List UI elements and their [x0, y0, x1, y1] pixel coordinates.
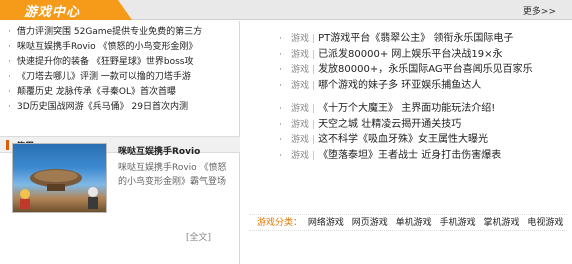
list-item-title[interactable]: 已派发80000+ 网上娱乐平台决战19×永 [318, 49, 502, 60]
category-tag[interactable]: 游戏 [291, 104, 309, 114]
bullet-icon: · [279, 34, 282, 44]
bullet-icon: · [279, 104, 282, 114]
bullet-icon: · [279, 80, 282, 91]
divider: | [312, 104, 316, 114]
list-item-title[interactable]: 发放80000+，永乐国际AG平台喜闻乐见百家乐 [318, 64, 533, 75]
category-tag[interactable]: 游戏 [291, 135, 309, 145]
news-item[interactable]: · 咪哒互娱携手Rovio 《愤怒的小鸟变形金刚》 [8, 40, 238, 55]
title-tab: 游戏中心 [0, 0, 132, 20]
category-bar: 游戏分类： 网络游戏 网页游戏 单机游戏 手机游戏 掌机游戏 电视游戏 [249, 214, 567, 231]
bullet-icon: · [279, 65, 282, 75]
list-item[interactable]: · 游戏 | 《堕落泰坦》王者战士 近身打击伤害爆表 [279, 148, 569, 164]
list-item-title[interactable]: 哪个游戏的妹子多 环亚娱乐捕鱼达人 [318, 80, 481, 91]
section-marker-icon [6, 140, 9, 150]
list-item-title[interactable]: 天空之城 壮精凌云揭开通关技巧 [318, 119, 461, 130]
bullet-icon: · [8, 27, 11, 37]
list-item[interactable]: · 游戏 | 已派发80000+ 网上娱乐平台决战19×永 [279, 47, 569, 63]
feature-description: 咪哒互娱携手Rovio 《愤怒的小鸟变形金刚》霸气登场 [118, 163, 227, 187]
bullet-icon: · [279, 119, 282, 130]
list-item-title[interactable]: PT游戏平台《翡翠公主》 领衔永乐国际电子 [318, 33, 513, 44]
list-item[interactable]: · 游戏 | 哪个游戏的妹子多 环亚娱乐捕鱼达人 [279, 78, 569, 94]
news-item[interactable]: · 颠覆历史 龙脉传承《寻秦OL》首次首曝 [8, 85, 238, 100]
list-item-title[interactable]: 这不科学《吸血牙殊》女王属性大曝光 [318, 134, 488, 145]
category-link-handheld[interactable]: 掌机游戏 [483, 218, 519, 228]
more-link[interactable]: 更多>> [523, 4, 556, 17]
list-item[interactable]: · 游戏 | 发放80000+，永乐国际AG平台喜闻乐见百家乐 [279, 62, 569, 78]
bullet-icon: · [8, 72, 11, 82]
divider: | [312, 135, 316, 145]
category-link-tv[interactable]: 电视游戏 [527, 218, 563, 228]
divider: | [312, 80, 316, 91]
divider: | [312, 150, 316, 161]
divider: | [312, 119, 316, 130]
category-link-mobile[interactable]: 手机游戏 [440, 218, 476, 228]
category-tag[interactable]: 游戏 [291, 151, 309, 161]
list-item[interactable]: · 游戏 | 《十万个大魔王》 主界面功能玩法介绍! [279, 101, 569, 117]
bullet-icon: · [8, 57, 11, 67]
feature-thumbnail[interactable] [12, 143, 107, 213]
airship-icon [30, 169, 82, 191]
page-title: 游戏中心 [24, 5, 81, 20]
list-item-title[interactable]: 《十万个大魔王》 主界面功能玩法介绍! [318, 103, 495, 114]
list-gap [279, 93, 569, 101]
list-item[interactable]: · 游戏 | 这不科学《吸血牙殊》女王属性大曝光 [279, 132, 569, 148]
bullet-icon: · [279, 135, 282, 145]
read-more-link[interactable]: [全文] [186, 230, 211, 243]
category-link-web[interactable]: 网页游戏 [352, 218, 388, 228]
bullet-icon: · [8, 87, 11, 97]
news-item[interactable]: · 快速提升你的装备 《狂野星球》世界boss攻 [8, 55, 238, 70]
character-icon [88, 187, 98, 209]
game-news-list: · 游戏 | PT游戏平台《翡翠公主》 领衔永乐国际电子 · 游戏 | 已派发80000+ … [279, 31, 569, 163]
divider: | [312, 49, 316, 60]
category-tag[interactable]: 游戏 [291, 50, 309, 60]
news-list: · 借力评测突围 52Game提供专业免费的第三方 · 咪哒互娱携手Rovio 《愤… [8, 25, 238, 115]
category-tag[interactable]: 游戏 [291, 34, 309, 44]
list-item[interactable]: · 游戏 | PT游戏平台《翡翠公主》 领衔永乐国际电子 [279, 31, 569, 47]
category-link-single[interactable]: 单机游戏 [396, 218, 432, 228]
list-item[interactable]: · 游戏 | 天空之城 壮精凌云揭开通关技巧 [279, 117, 569, 133]
feature-title[interactable]: 咪哒互娱携手Rovio [118, 144, 200, 157]
news-item[interactable]: · 借力评测突围 52Game提供专业免费的第三方 [8, 25, 238, 40]
header-bar: 游戏中心 更多>> [0, 0, 572, 20]
character-icon [20, 189, 30, 209]
list-item-title[interactable]: 《堕落泰坦》王者战士 近身打击伤害爆表 [318, 150, 501, 161]
divider: | [312, 65, 316, 75]
bullet-icon: · [279, 150, 282, 161]
category-label: 游戏分类： [257, 218, 303, 228]
bullet-icon: · [8, 102, 11, 112]
bullet-icon: · [8, 42, 11, 52]
category-tag[interactable]: 游戏 [291, 65, 309, 75]
bullet-icon: · [279, 49, 282, 60]
divider: | [312, 34, 316, 44]
news-item[interactable]: · 3D历史国战网游《兵马俑》 29日首次内测 [8, 100, 238, 115]
category-link-online[interactable]: 网络游戏 [308, 218, 344, 228]
right-column: · 游戏 | PT游戏平台《翡翠公主》 领衔永乐国际电子 · 游戏 | 已派发80000+ … [241, 21, 572, 264]
category-tag[interactable]: 游戏 [291, 81, 309, 91]
category-tag[interactable]: 游戏 [291, 120, 309, 130]
news-item[interactable]: · 《刀塔去哪儿》评测 一款可以撸的刀塔手游 [8, 70, 238, 85]
